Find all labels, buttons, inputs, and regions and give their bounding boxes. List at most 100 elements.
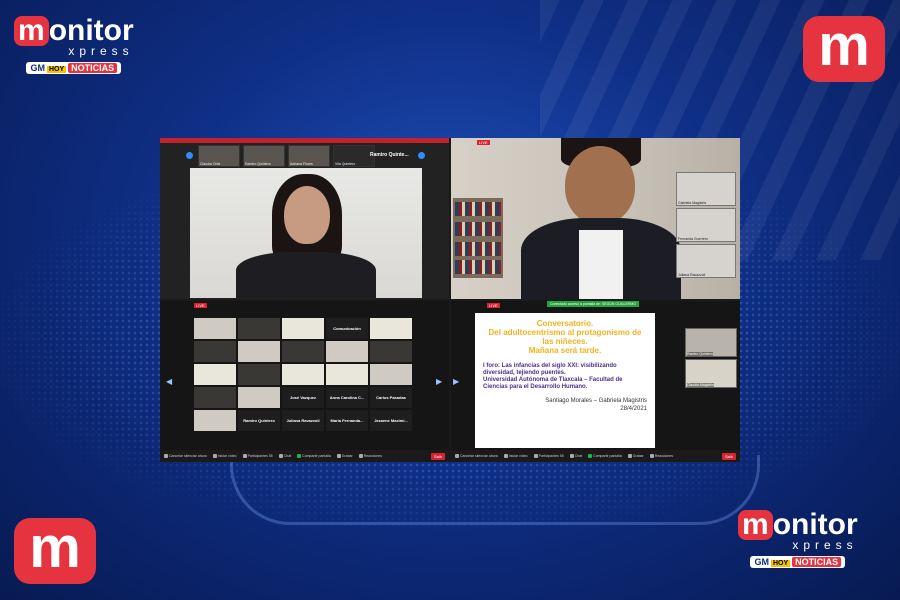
live-badge: LIVE [194,303,207,308]
window-titlebar [160,138,449,143]
gallery-tile[interactable] [194,318,236,339]
featured-participant-name: Ramiro Quinte... [370,152,409,158]
brand-word: onitor [772,508,858,541]
participant-tile[interactable]: Gabriela Magistris [676,172,736,206]
share-icon [588,454,593,458]
people-icon [533,454,538,458]
gallery-tile[interactable] [326,364,368,385]
zoom-window-slide-share: LIVE Conectado acceso a pantalla de: SEG… [451,301,740,462]
mute-button[interactable]: Cancelar silenciar ahora [455,454,498,458]
slide-title-line: las niñeces. [542,337,588,346]
slide-authors: Santiago Morales – Gabriela Magistris [545,398,647,404]
chat-button[interactable]: Chat [569,454,582,458]
side-participant-tiles: Ramiro Quintero Claudia Magistris [685,328,737,388]
participant-thumb[interactable]: Claudia Ortiz [198,145,240,167]
gallery-tile[interactable] [238,318,280,339]
bookshelf [453,198,503,278]
reactions-button[interactable]: Reacciones [649,454,673,458]
gallery-tile[interactable] [238,387,280,408]
chat-icon [569,454,574,458]
leave-button[interactable]: Salir [721,452,736,460]
gallery-tile[interactable] [370,341,412,362]
prev-page-icon[interactable] [186,152,193,159]
gallery-tile[interactable] [282,318,324,339]
zoom-window-speaker-right: LIVE Gabriela Magistris Fernanda Guerrer… [451,138,740,299]
reactions-button[interactable]: Reacciones [358,454,382,458]
gallery-tile[interactable] [370,364,412,385]
gallery-tile[interactable] [194,341,236,362]
chat-button[interactable]: Chat [278,454,291,458]
brand-logo-top-left: m onitor xpress GM HOY NOTICIAS [14,14,134,76]
record-button[interactable]: Grabar [627,454,644,458]
zoom-composite: Claudia Ortiz Ramiro Quintero Adriana Fl… [160,138,740,462]
gallery-tile[interactable] [326,341,368,362]
side-participant-tiles: Gabriela Magistris Fernanda Guerrero Jul… [676,172,736,278]
slide-body-line: Universidad Autónoma de Tlaxcala – Facul… [483,377,623,390]
participant-thumb[interactable]: Adriana Flores [288,145,330,167]
shared-slide: Conversatorio. Del adultocentrismo al pr… [475,313,655,448]
slide-body-line: I foro: Las infancias del siglo XXI: vis… [483,363,617,376]
gallery-tile[interactable] [194,410,236,431]
gallery-tile-name-only[interactable]: Maria Fernanda... [326,410,368,431]
share-screen-button[interactable]: Compartir pantalla [588,454,622,458]
gallery-next-icon[interactable]: ▶ [436,377,442,386]
live-badge: LIVE [487,303,500,308]
smiley-icon [649,454,654,458]
gallery-tile[interactable] [370,318,412,339]
video-button[interactable]: Iniciar vídeo [212,454,237,458]
gallery-tile[interactable] [282,341,324,362]
participant-thumb[interactable]: Vila Quintero [333,145,375,167]
gallery-tile[interactable] [238,364,280,385]
brand-m-mark: m [14,16,49,46]
gallery-tile[interactable] [194,387,236,408]
participant-tile[interactable]: Juliana Ravazzoli [676,244,736,278]
smiley-icon [358,454,363,458]
participants-button[interactable]: Participantes 55 [533,454,564,458]
gallery-tile-name-only[interactable]: Comunicación [326,318,368,339]
zoom-toolbar: Cancelar silenciar ahora Iniciar vídeo P… [160,450,449,462]
background-arc [230,455,760,525]
gallery-tile[interactable] [238,341,280,362]
chat-icon [278,454,283,458]
participant-tile[interactable]: Claudia Magistris [685,359,737,388]
gallery-prev-icon[interactable]: ◀ [166,377,172,386]
gallery-tile-name-only[interactable]: Anna Carolina C... [326,387,368,408]
live-badge: LIVE [477,140,490,145]
record-button[interactable]: Grabar [336,454,353,458]
microphone-icon [455,454,459,458]
participant-tile[interactable]: Fernanda Guerrero [676,208,736,242]
participant-tile[interactable]: Ramiro Quintero [685,328,737,357]
share-screen-button[interactable]: Compartir pantalla [297,454,331,458]
share-icon [297,454,302,458]
record-icon [627,454,632,458]
zoom-window-gallery: LIVE ◀ Comunicación José Vazquez Anna Ca… [160,301,449,462]
gm-noticias-badge: GM HOY NOTICIAS [750,556,846,568]
mute-button[interactable]: Cancelar silenciar ahora [164,454,207,458]
people-icon [242,454,247,458]
brand-word: onitor [48,14,134,47]
record-icon [336,454,341,458]
zoom-window-speaker-left: Claudia Ortiz Ramiro Quintero Adriana Fl… [160,138,449,299]
slide-title-line: Mañana será tarde. [528,346,602,355]
gallery-tile-name-only[interactable]: Jezaene Maximi... [370,410,412,431]
slide-prev-icon[interactable]: ▶ [453,377,459,386]
sharing-banner: Conectado acceso a pantalla de: SEGÚN GU… [547,301,639,307]
slide-date: 28/4/2021 [620,406,647,412]
microphone-icon [164,454,168,458]
next-page-icon[interactable] [418,152,425,159]
camera-icon [503,454,508,458]
gallery-tile-name-only[interactable]: Ramiro Quintero [238,410,280,431]
gallery-tile-name-only[interactable]: Carlos Pasadas [370,387,412,408]
participants-button[interactable]: Participantes 55 [242,454,273,458]
gallery-tile[interactable] [282,364,324,385]
video-button[interactable]: Iniciar vídeo [503,454,528,458]
gm-noticias-badge: GM HOY NOTICIAS [26,62,122,74]
speaker-video-woman [190,168,422,298]
participant-thumb[interactable]: Ramiro Quintero [243,145,285,167]
gallery-tile-name-only[interactable]: Juliana Ravazzoli [282,410,324,431]
brand-m-logo-top-right: m [803,16,885,82]
gallery-grid: Comunicación José Vazquez Anna Carolina … [194,318,412,431]
leave-button[interactable]: Salir [430,452,445,460]
gallery-tile[interactable] [194,364,236,385]
gallery-tile-name-only[interactable]: José Vazquez [282,387,324,408]
